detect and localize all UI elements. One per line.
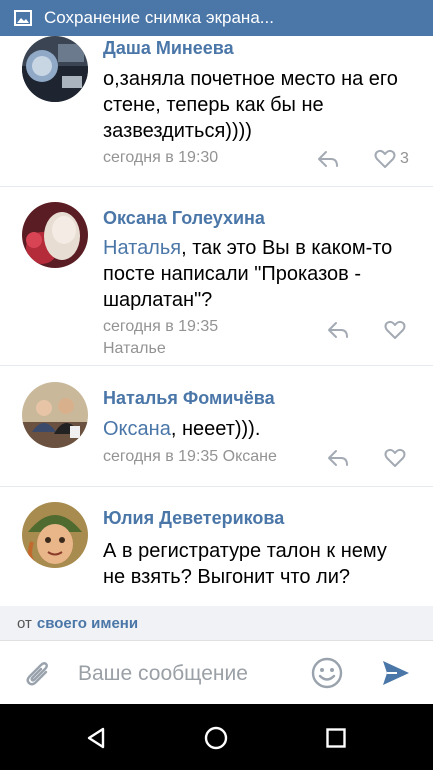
comment-text: о,заняла почетное место на его стене, те… <box>103 68 398 142</box>
comment-author[interactable]: Юлия Деветерикова <box>103 508 284 529</box>
comment-text: Наталья, так это Вы в каком-то посте нап… <box>103 235 413 313</box>
send-icon[interactable] <box>381 659 411 687</box>
avatar[interactable] <box>22 36 88 102</box>
comment-item: Оксана Голеухина Наталья, так это Вы в к… <box>0 202 433 376</box>
heart-icon[interactable] <box>374 149 396 169</box>
divider <box>0 486 433 487</box>
from-identity-link[interactable]: своего имени <box>37 615 138 632</box>
comment-body: , нееет))). <box>170 418 261 440</box>
from-label: от <box>17 614 32 632</box>
comment-time: сегодня в 19:35 <box>103 318 219 335</box>
reply-icon[interactable] <box>316 149 340 169</box>
reply-icon[interactable] <box>326 320 350 340</box>
mention-link[interactable]: Оксана <box>103 418 171 440</box>
home-icon[interactable] <box>204 726 228 750</box>
avatar[interactable] <box>22 202 88 268</box>
post-as-bar[interactable]: от своего имени <box>0 606 433 640</box>
like-count: 3 <box>400 150 409 167</box>
back-icon[interactable] <box>84 726 108 750</box>
message-input[interactable] <box>78 659 298 689</box>
status-bar: Сохранение снимка экрана... <box>0 0 433 36</box>
divider <box>0 186 433 187</box>
comment-author[interactable]: Даша Минеева <box>103 38 234 59</box>
comment-item: Юлия Деветерикова А в регистратуре талон… <box>0 502 433 606</box>
divider <box>0 365 433 366</box>
comment-time: сегодня в 19:30 <box>103 149 219 166</box>
status-title: Сохранение снимка экрана... <box>44 8 274 27</box>
reply-target[interactable]: Оксане <box>223 448 277 465</box>
mention-link[interactable]: Наталья <box>103 237 181 259</box>
paperclip-icon[interactable] <box>24 659 52 689</box>
comment-item: Даша Минеева о,заняла почетное место на … <box>0 36 433 186</box>
comment-author[interactable]: Оксана Голеухина <box>103 208 265 229</box>
avatar[interactable] <box>22 382 88 448</box>
system-nav-bar <box>0 704 433 770</box>
comment-text: А в регистратуре талон к нему не взять? … <box>103 540 387 588</box>
comment-time: сегодня в 19:35 Оксане <box>103 448 277 465</box>
avatar[interactable] <box>22 502 88 568</box>
image-icon <box>14 10 32 26</box>
recent-apps-icon[interactable] <box>326 728 346 748</box>
reply-target[interactable]: Наталье <box>103 340 166 358</box>
comment-text: Оксана, нееет))). <box>103 416 413 442</box>
comment-author[interactable]: Наталья Фомичёва <box>103 388 275 409</box>
comment-item: Наталья Фомичёва Оксана, нееет))). сегод… <box>0 382 433 486</box>
message-composer <box>0 640 433 704</box>
heart-icon[interactable] <box>384 448 406 468</box>
heart-icon[interactable] <box>384 320 406 340</box>
smile-icon[interactable] <box>311 657 343 689</box>
reply-icon[interactable] <box>326 448 350 468</box>
comments-list[interactable]: Даша Минеева о,заняла почетное место на … <box>0 36 433 606</box>
